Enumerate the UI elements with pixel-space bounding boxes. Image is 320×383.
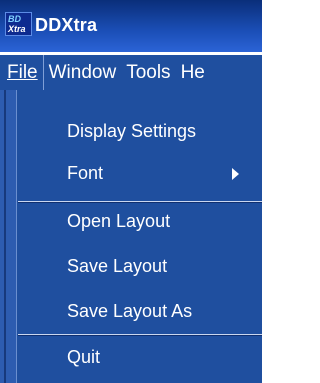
dropdown-left-edge <box>0 90 17 383</box>
file-menu-dropdown: Display Settings Font Open Layout Save L… <box>0 90 262 383</box>
app-icon: BD Xtra <box>5 12 32 36</box>
menu-item-open-layout[interactable]: Open Layout <box>67 210 170 232</box>
menu-item-font[interactable]: Font <box>67 162 103 184</box>
window-title: DDXtra <box>35 15 98 35</box>
menu-item-save-layout[interactable]: Save Layout <box>67 255 167 277</box>
menu-help-label: He <box>180 62 205 83</box>
app-icon-top-text: BD <box>8 14 21 24</box>
menu-file-label: File <box>7 62 38 83</box>
menu-tools-label: Tools <box>126 62 171 83</box>
menu-file[interactable]: File <box>0 55 44 91</box>
menu-item-save-layout-as[interactable]: Save Layout As <box>67 300 192 322</box>
submenu-arrow-icon <box>232 168 239 180</box>
menu-separator <box>18 201 262 202</box>
menu-separator <box>18 334 262 335</box>
app-icon-bottom-text: Xtra <box>8 24 26 34</box>
title-bar: BD Xtra DDXtra <box>0 0 262 52</box>
menu-item-display-settings[interactable]: Display Settings <box>67 120 196 142</box>
menu-window-label: Window <box>48 62 117 83</box>
menu-bar: File Window Tools He <box>0 55 262 91</box>
menu-window[interactable]: Window <box>44 55 122 91</box>
menu-tools[interactable]: Tools <box>121 55 175 91</box>
menu-item-quit[interactable]: Quit <box>67 346 100 368</box>
menu-help[interactable]: He <box>176 55 210 91</box>
